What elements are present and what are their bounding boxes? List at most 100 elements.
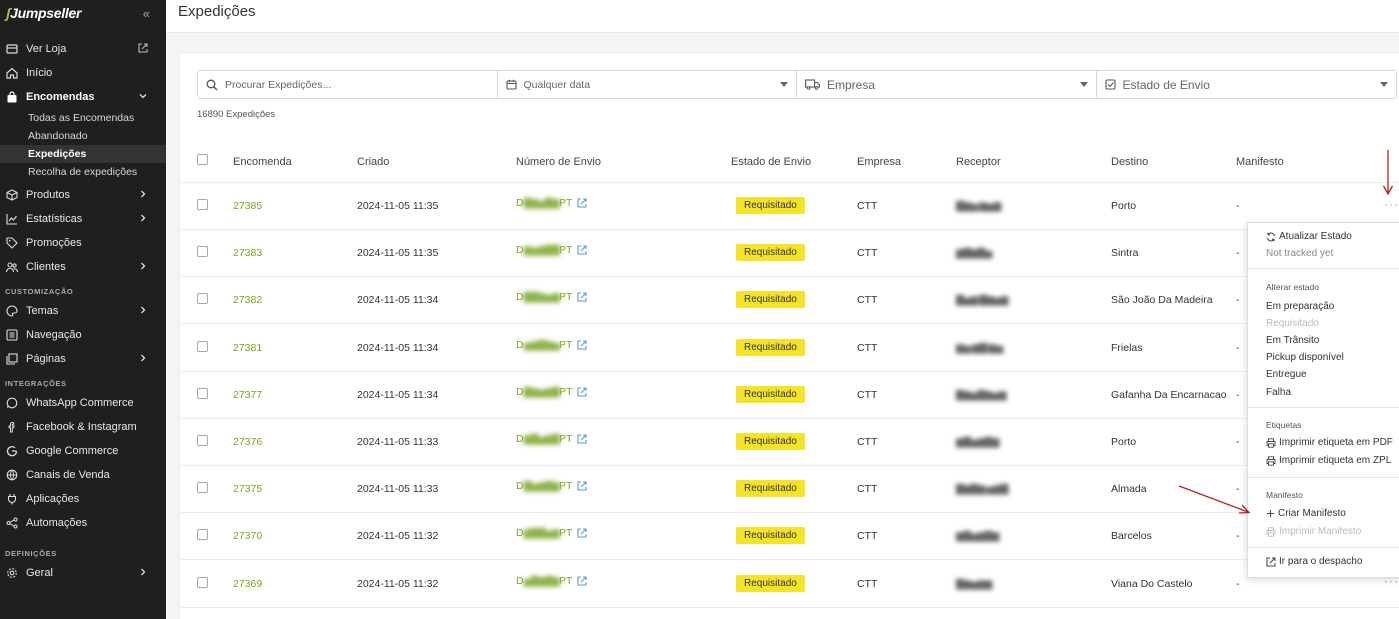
- row-checkbox[interactable]: [197, 293, 208, 305]
- order-link[interactable]: 27377: [233, 389, 262, 401]
- sidebar-item-orders[interactable]: Encomendas: [0, 85, 166, 109]
- menu-create-manifest[interactable]: Criar Manifesto: [1266, 508, 1346, 519]
- menu-state-preparing[interactable]: Em preparação: [1266, 301, 1334, 312]
- sidebar-item-home[interactable]: Início: [0, 61, 166, 85]
- sidebar-item-automations[interactable]: Automações: [0, 511, 166, 535]
- created-date: 2024-11-05 11:35: [357, 247, 439, 260]
- sidebar-item-pages[interactable]: Páginas: [0, 347, 166, 371]
- column-header-status[interactable]: Estado de Envio: [731, 156, 811, 168]
- external-link-icon[interactable]: [577, 198, 587, 208]
- order-link[interactable]: 27383: [233, 247, 262, 259]
- order-link[interactable]: 27385: [233, 200, 262, 212]
- menu-state-pickup[interactable]: Pickup disponível: [1266, 352, 1344, 363]
- page-title: Expedições: [178, 3, 256, 20]
- table-row[interactable]: 27385 2024-11-05 11:35 D ▇▆▅▇▆ PT Requis…: [180, 183, 1399, 230]
- table-row[interactable]: 27383 2024-11-05 11:35 D ▆▅▆▇▇ PT Requis…: [180, 230, 1399, 278]
- table-row[interactable]: 27381 2024-11-05 11:34 D ▅▆▇▆▅ PT Requis…: [180, 325, 1399, 372]
- sidebar-item-facebook[interactable]: Facebook & Instagram: [0, 415, 166, 439]
- row-checkbox[interactable]: [197, 576, 208, 588]
- row-actions-icon[interactable]: ···: [1384, 197, 1399, 211]
- tracking-number-link[interactable]: D ▇▆▅▇▆ PT: [516, 197, 587, 209]
- company-filter-select[interactable]: Empresa: [797, 71, 1097, 98]
- sidebar-item-navigation[interactable]: Navegação: [0, 323, 166, 347]
- sidebar-item-products[interactable]: Produtos: [0, 183, 166, 207]
- sidebar-item-whatsapp[interactable]: WhatsApp Commerce: [0, 391, 166, 415]
- order-link[interactable]: 27376: [233, 436, 262, 448]
- table-row[interactable]: 27369 2024-11-05 11:32 D ▅▇▆▇▆ PT Requis…: [180, 561, 1399, 608]
- order-link[interactable]: 27369: [233, 578, 262, 590]
- row-actions-menu: Atualizar Estado Not tracked yet Alterar…: [1247, 222, 1399, 578]
- collapse-sidebar-icon[interactable]: «: [143, 6, 150, 21]
- state-filter-select[interactable]: Estado de Envio: [1097, 71, 1397, 98]
- status-badge: Requisitado: [736, 291, 805, 309]
- external-link-icon[interactable]: [577, 245, 587, 255]
- select-all-checkbox[interactable]: [197, 154, 208, 165]
- column-header-receiver[interactable]: Receptor: [956, 156, 1001, 168]
- sidebar-item-themes[interactable]: Temas: [0, 299, 166, 323]
- sidebar-sub-pickups[interactable]: Recolha de expedições: [0, 163, 166, 181]
- table-row[interactable]: 27370 2024-11-05 11:32 D ▆▇▇▅▆ PT Requis…: [180, 513, 1399, 561]
- column-header-order[interactable]: Encomenda: [233, 156, 292, 168]
- search-input[interactable]: Procurar Expedições...: [198, 71, 498, 98]
- table-row[interactable]: 27376 2024-11-05 11:33 D ▆▇▅▆▇ PT Requis…: [180, 419, 1399, 466]
- external-link-icon[interactable]: [577, 387, 587, 397]
- tracking-redacted: ▇▇▆▅▆: [523, 291, 560, 304]
- external-link-icon[interactable]: [577, 434, 587, 444]
- external-link-icon[interactable]: [577, 292, 587, 302]
- sidebar-sub-all-orders[interactable]: Todas as Encomendas: [0, 109, 166, 127]
- table-row[interactable]: 27375 2024-11-05 11:33 D ▇▅▆▇▆ PT Requis…: [180, 466, 1399, 514]
- jumpseller-logo[interactable]: ʃJumpseller: [6, 5, 81, 21]
- menu-state-delivered[interactable]: Entregue: [1266, 369, 1307, 380]
- date-filter-select[interactable]: Qualquer data: [498, 71, 797, 98]
- tracking-number-link[interactable]: D ▅▆▇▆▅ PT: [516, 339, 587, 351]
- column-header-manifest[interactable]: Manifesto: [1236, 156, 1284, 168]
- tracking-number-link[interactable]: D ▇▇▆▅▆ PT: [516, 291, 587, 303]
- sidebar-item-promotions[interactable]: Promoções: [0, 231, 166, 255]
- tracking-number-link[interactable]: D ▆▇▅▆▇ PT: [516, 433, 587, 445]
- row-checkbox[interactable]: [197, 435, 208, 446]
- table-row[interactable]: 27382 2024-11-05 11:34 D ▇▇▆▅▆ PT Requis…: [180, 277, 1399, 325]
- column-header-tracking[interactable]: Número de Envio: [516, 156, 601, 168]
- sidebar-sub-shipments[interactable]: Expedições: [0, 145, 166, 163]
- tracking-number-link[interactable]: D ▇▅▆▇▆ PT: [516, 480, 587, 492]
- sidebar-item-clients[interactable]: Clientes: [0, 255, 166, 279]
- external-link-icon[interactable]: [577, 576, 587, 586]
- external-link-icon[interactable]: [577, 481, 587, 491]
- row-checkbox[interactable]: [197, 199, 208, 210]
- row-checkbox[interactable]: [197, 387, 208, 399]
- tracking-number-link[interactable]: D ▆▅▆▇▇ PT: [516, 244, 587, 256]
- sidebar-item-stats[interactable]: Estatísticas: [0, 207, 166, 231]
- external-link-icon[interactable]: [577, 340, 587, 350]
- order-link[interactable]: 27381: [233, 342, 262, 354]
- external-link-icon[interactable]: [577, 528, 587, 538]
- menu-print-zpl[interactable]: Imprimir etiqueta em ZPL: [1266, 455, 1391, 466]
- tracking-number-link[interactable]: D ▇▆▅▆▇ PT: [516, 386, 587, 398]
- order-link[interactable]: 27382: [233, 294, 262, 306]
- sidebar-sub-abandoned[interactable]: Abandonado: [0, 127, 166, 145]
- menu-print-pdf[interactable]: Imprimir etiqueta em PDF: [1266, 437, 1393, 448]
- order-link[interactable]: 27375: [233, 483, 262, 495]
- row-checkbox[interactable]: [197, 246, 208, 258]
- column-header-company[interactable]: Empresa: [857, 156, 901, 168]
- sidebar-item-channels[interactable]: Canais de Venda: [0, 463, 166, 487]
- manifest-value: -: [1236, 247, 1240, 260]
- row-checkbox[interactable]: [197, 529, 208, 541]
- tracking-suffix: PT: [558, 385, 573, 398]
- sidebar-item-apps[interactable]: Aplicações: [0, 487, 166, 511]
- tracking-number-link[interactable]: D ▆▇▇▅▆ PT: [516, 527, 587, 539]
- column-header-created[interactable]: Criado: [357, 156, 389, 168]
- menu-state-failed[interactable]: Falha: [1266, 387, 1291, 398]
- column-header-destination[interactable]: Destino: [1111, 156, 1148, 168]
- row-checkbox[interactable]: [197, 340, 208, 352]
- menu-update-state[interactable]: Atualizar Estado: [1266, 231, 1352, 242]
- menu-state-in-transit[interactable]: Em Trânsito: [1266, 335, 1319, 346]
- sidebar-item-google[interactable]: Google Commerce: [0, 439, 166, 463]
- sidebar-item-general[interactable]: Geral: [0, 561, 166, 585]
- order-link[interactable]: 27370: [233, 530, 262, 542]
- row-checkbox[interactable]: [197, 482, 208, 494]
- menu-goto-dispatch[interactable]: Ir para o despacho: [1266, 556, 1362, 567]
- sidebar-item-view-store[interactable]: Ver Loja: [0, 37, 166, 61]
- table-row[interactable]: 27377 2024-11-05 11:34 D ▇▆▅▆▇ PT Requis…: [180, 372, 1399, 419]
- destination: Sintra: [1111, 247, 1139, 260]
- tracking-number-link[interactable]: D ▅▇▆▇▆ PT: [516, 575, 587, 587]
